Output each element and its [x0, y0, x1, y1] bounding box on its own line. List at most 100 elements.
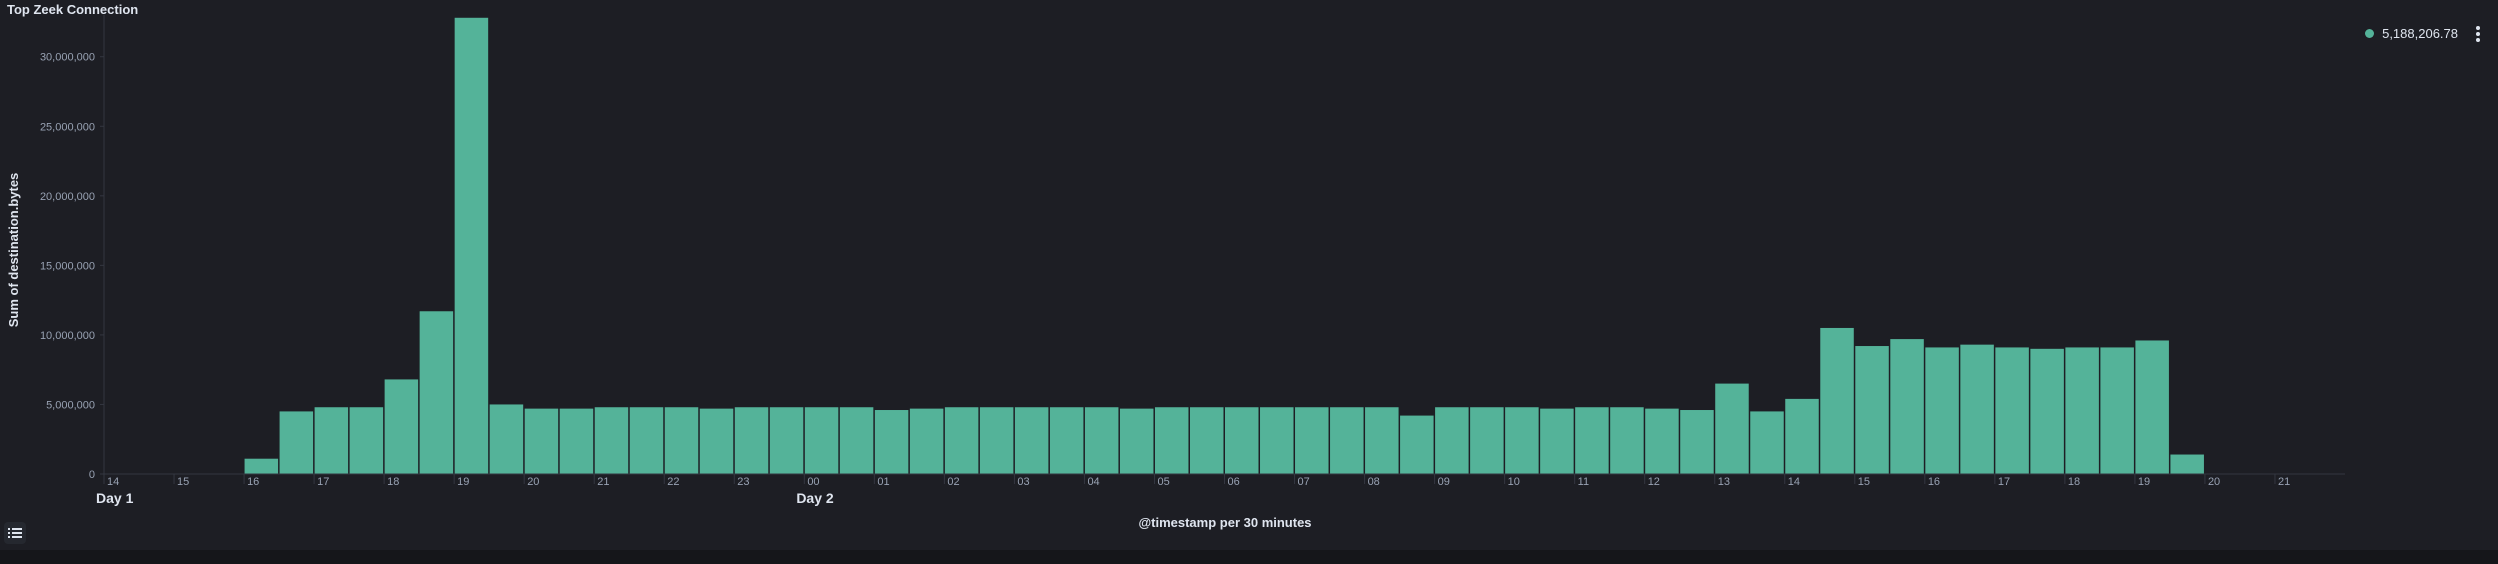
bar[interactable]: [2135, 340, 2169, 474]
bar[interactable]: [1715, 383, 1749, 474]
list-icon: [8, 528, 22, 538]
bar[interactable]: [699, 408, 734, 474]
bar[interactable]: [1680, 410, 1714, 474]
bar[interactable]: [419, 311, 454, 474]
legend-toggle-button[interactable]: [4, 522, 26, 544]
y-tick-label: 5,000,000: [46, 399, 95, 411]
bar-series: [244, 17, 2204, 474]
x-day-label: Day 2: [796, 490, 834, 506]
bar[interactable]: [1645, 408, 1679, 474]
x-tick-label: 20: [2208, 476, 2220, 488]
bar[interactable]: [349, 407, 384, 474]
bar[interactable]: [454, 17, 489, 474]
panel-footer: [0, 550, 2498, 564]
bar[interactable]: [1330, 407, 1364, 474]
x-tick-label: 13: [1718, 476, 1730, 488]
x-tick-label: 08: [1368, 476, 1380, 488]
bar[interactable]: [1400, 415, 1434, 474]
bar[interactable]: [1435, 407, 1469, 474]
bar[interactable]: [909, 408, 944, 474]
bar[interactable]: [1119, 408, 1154, 474]
y-tick-label: 0: [89, 469, 95, 481]
bar[interactable]: [804, 407, 839, 474]
bar[interactable]: [1260, 407, 1294, 474]
bar[interactable]: [1855, 346, 1889, 474]
bar[interactable]: [1014, 407, 1049, 474]
bar[interactable]: [1189, 407, 1224, 474]
bar[interactable]: [664, 407, 699, 474]
bar[interactable]: [1365, 407, 1399, 474]
x-tick-label: 18: [387, 476, 399, 488]
y-tick-label: 10,000,000: [40, 330, 95, 342]
bar[interactable]: [1575, 407, 1609, 474]
y-tick-label: 20,000,000: [40, 191, 95, 203]
x-day-label: Day 1: [96, 490, 134, 506]
x-tick-label: 14: [107, 476, 119, 488]
x-tick-label: 01: [877, 476, 889, 488]
x-tick-label: 21: [2278, 476, 2290, 488]
bar-chart: 0 5,000,000 10,000,000 15,000,000 20,000,000…: [6, 15, 2345, 530]
bar[interactable]: [559, 408, 594, 474]
x-tick-label: 15: [177, 476, 189, 488]
bar[interactable]: [839, 407, 874, 474]
bar[interactable]: [279, 411, 314, 474]
x-tick-label: 16: [1928, 476, 1940, 488]
bar[interactable]: [2100, 347, 2134, 474]
y-tick-label: 25,000,000: [40, 121, 95, 133]
bar[interactable]: [1084, 407, 1119, 474]
x-tick-label: 19: [2138, 476, 2150, 488]
x-tick-label: 10: [1508, 476, 1520, 488]
x-tick-label: 02: [947, 476, 959, 488]
bar[interactable]: [489, 404, 524, 474]
bar[interactable]: [944, 407, 979, 474]
bar[interactable]: [769, 407, 804, 474]
x-tick-label: 04: [1087, 476, 1099, 488]
bar[interactable]: [1154, 407, 1189, 474]
bar[interactable]: [1960, 344, 1994, 474]
x-tick-label: 07: [1298, 476, 1310, 488]
bar[interactable]: [244, 458, 279, 474]
x-tick-label: 00: [807, 476, 819, 488]
bar[interactable]: [1890, 339, 1924, 474]
x-tick-label: 17: [317, 476, 329, 488]
x-tick-label: 20: [527, 476, 539, 488]
x-axis: 14 15 16 17 18 19 20 21 22 23 00 01 02 03 04 05 06 07 08 09…: [96, 473, 2345, 506]
bar[interactable]: [1785, 398, 1819, 474]
bar[interactable]: [734, 407, 769, 474]
bar[interactable]: [384, 379, 419, 474]
y-tick-label: 30,000,000: [40, 52, 95, 64]
bar[interactable]: [1505, 407, 1539, 474]
y-axis-title: Sum of destination.bytes: [6, 173, 21, 328]
x-tick-label: 16: [247, 476, 259, 488]
x-axis-title: @timestamp per 30 minutes: [1138, 515, 1311, 530]
x-tick-label: 22: [667, 476, 679, 488]
bar[interactable]: [1225, 407, 1259, 474]
x-tick-label: 09: [1438, 476, 1450, 488]
bar[interactable]: [524, 408, 559, 474]
bar[interactable]: [594, 407, 629, 474]
y-tick-label: 15,000,000: [40, 260, 95, 272]
bar[interactable]: [629, 407, 664, 474]
bar[interactable]: [2030, 348, 2064, 474]
x-tick-label: 03: [1017, 476, 1029, 488]
bar[interactable]: [2065, 347, 2099, 474]
bar[interactable]: [1295, 407, 1329, 474]
bar[interactable]: [1995, 347, 2029, 474]
bar[interactable]: [1540, 408, 1574, 474]
bar[interactable]: [979, 407, 1014, 474]
x-tick-label: 05: [1157, 476, 1169, 488]
bar[interactable]: [1820, 327, 1854, 474]
x-tick-label: 15: [1858, 476, 1870, 488]
bar[interactable]: [1925, 347, 1959, 474]
x-tick-label: 11: [1578, 476, 1589, 488]
bar[interactable]: [874, 410, 909, 474]
bar[interactable]: [1750, 411, 1784, 474]
bar[interactable]: [2170, 454, 2204, 474]
x-tick-label: 23: [737, 476, 749, 488]
bar[interactable]: [314, 407, 349, 474]
bar[interactable]: [1049, 407, 1084, 474]
bar[interactable]: [1470, 407, 1504, 474]
x-tick-label: 14: [1788, 476, 1800, 488]
bar[interactable]: [1610, 407, 1644, 474]
x-tick-label: 19: [457, 476, 469, 488]
